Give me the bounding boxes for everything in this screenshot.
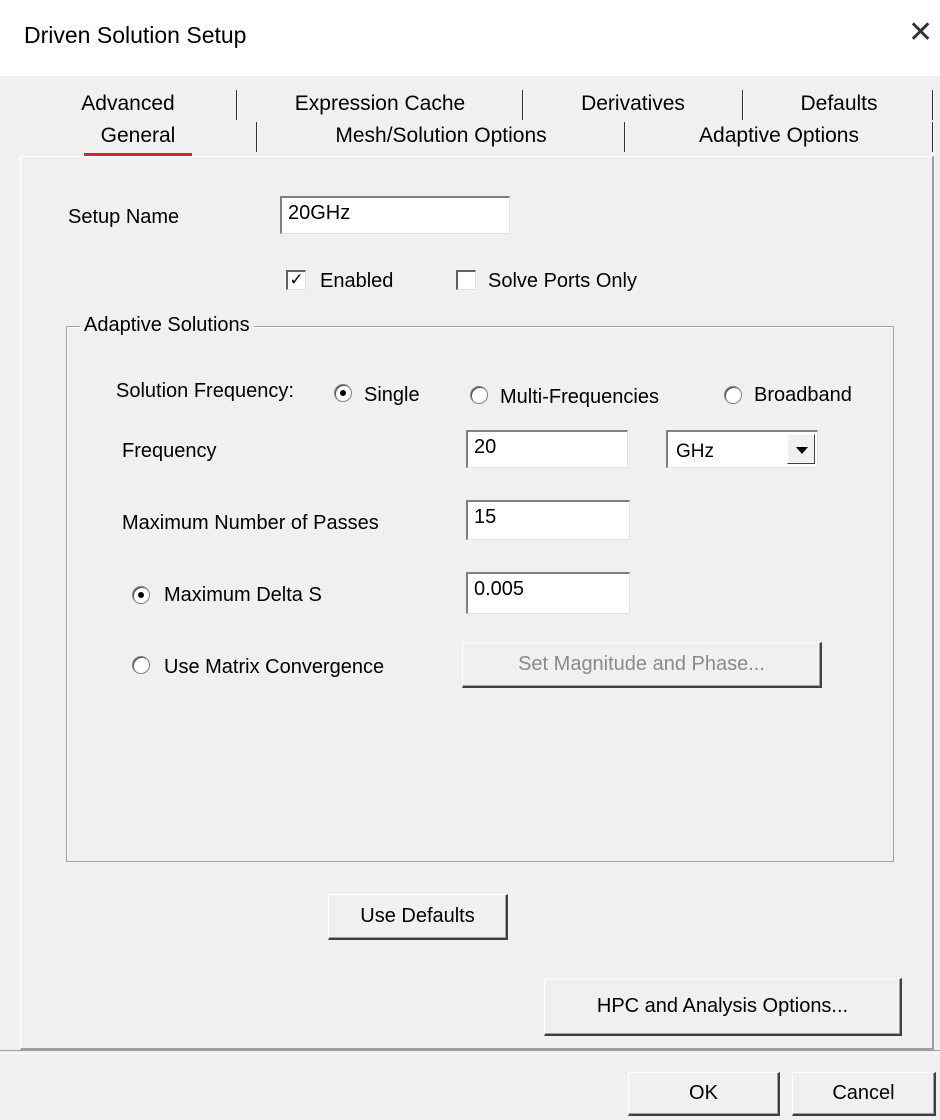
title-bar: Driven Solution Setup ✕: [0, 0, 940, 76]
adaptive-solutions-title: Adaptive Solutions: [80, 314, 254, 337]
tab-advanced[interactable]: Advanced: [20, 88, 236, 122]
footer-divider: [0, 1050, 940, 1054]
set-magnitude-phase-button[interactable]: Set Magnitude and Phase...: [462, 642, 822, 688]
multi-frequencies-radio[interactable]: [470, 386, 488, 404]
broadband-radio[interactable]: [724, 386, 742, 404]
single-radio[interactable]: [334, 384, 352, 402]
tab-divider: [932, 90, 934, 120]
max-delta-s-radio[interactable]: [132, 586, 150, 604]
max-passes-input[interactable]: 15: [466, 500, 630, 540]
broadband-label: Broadband: [754, 384, 852, 406]
solution-frequency-label: Solution Frequency:: [116, 380, 294, 402]
max-delta-s-label: Maximum Delta S: [164, 584, 322, 606]
tab-label: Advanced: [81, 92, 175, 115]
chevron-down-icon[interactable]: [787, 434, 815, 464]
tab-label: Defaults: [800, 92, 878, 115]
enabled-label: Enabled: [320, 270, 394, 292]
tab-label: Expression Cache: [294, 92, 466, 115]
use-defaults-button[interactable]: Use Defaults: [328, 894, 508, 940]
ok-button[interactable]: OK: [628, 1072, 780, 1116]
tab-derivatives[interactable]: Derivatives: [524, 88, 742, 122]
tab-expression-cache[interactable]: Expression Cache: [238, 88, 522, 122]
setup-name-label: Setup Name: [68, 206, 180, 228]
hpc-analysis-options-button[interactable]: HPC and Analysis Options...: [544, 978, 902, 1036]
tab-divider: [932, 122, 934, 152]
enabled-checkbox[interactable]: ✓: [286, 270, 306, 290]
tab-row-back: Advanced Expression Cache Derivatives De…: [20, 88, 936, 122]
tab-general[interactable]: General: [80, 120, 196, 156]
multi-frequencies-label: Multi-Frequencies: [500, 386, 659, 408]
solve-ports-only-checkbox[interactable]: [456, 270, 476, 290]
setup-name-input[interactable]: 20GHz: [280, 196, 510, 234]
cancel-button[interactable]: Cancel: [792, 1072, 936, 1116]
frequency-unit-select[interactable]: GHz: [666, 430, 818, 468]
tab-row-front: General Mesh/Solution Options Adaptive O…: [20, 120, 936, 156]
tab-label: Mesh/Solution Options: [335, 124, 547, 147]
frequency-input[interactable]: 20: [466, 430, 628, 468]
tab-mesh-solution-options[interactable]: Mesh/Solution Options: [258, 120, 624, 154]
single-label: Single: [364, 384, 420, 406]
solve-ports-only-label: Solve Ports Only: [488, 270, 637, 292]
window-title: Driven Solution Setup: [24, 22, 247, 48]
tab-label: Adaptive Options: [699, 124, 859, 147]
frequency-unit-value: GHz: [676, 441, 714, 462]
close-icon[interactable]: ✕: [908, 18, 933, 48]
frequency-label: Frequency: [122, 440, 217, 462]
tab-defaults[interactable]: Defaults: [744, 88, 934, 122]
matrix-convergence-radio[interactable]: [132, 656, 150, 674]
max-passes-label: Maximum Number of Passes: [122, 512, 379, 534]
max-delta-s-input[interactable]: 0.005: [466, 572, 630, 614]
tab-label: Derivatives: [581, 92, 685, 115]
tab-adaptive-options[interactable]: Adaptive Options: [626, 120, 932, 154]
matrix-convergence-label: Use Matrix Convergence: [164, 656, 385, 678]
tab-label: General: [100, 124, 176, 147]
